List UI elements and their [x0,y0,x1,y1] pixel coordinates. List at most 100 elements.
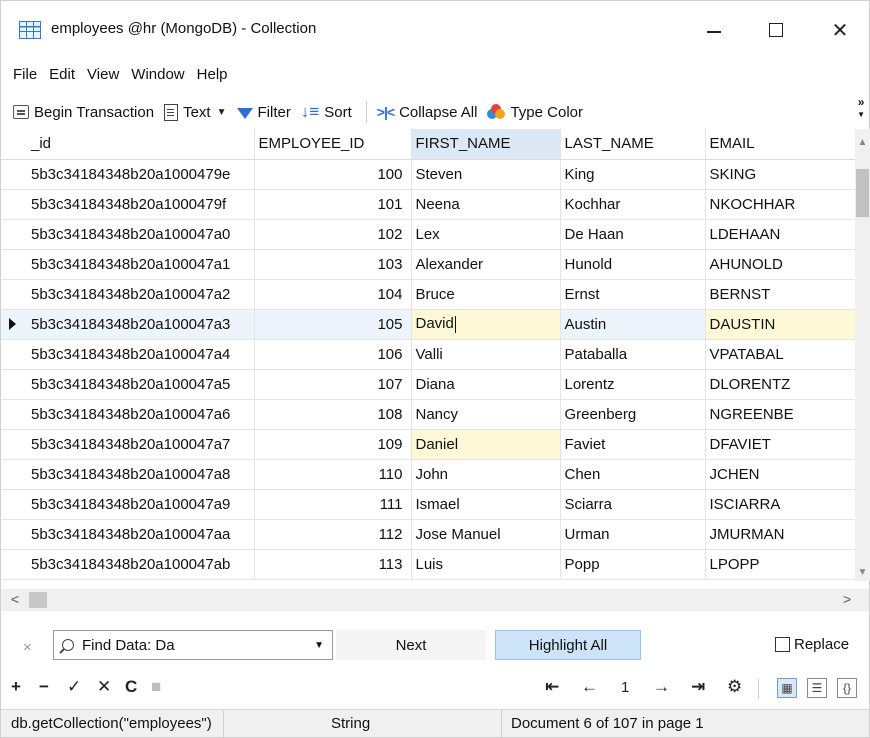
cell-email[interactable]: AHUNOLD [705,249,855,280]
table-row[interactable]: 5b3c34184348b20a100047ab 113 Luis Popp LPOPP [1,549,855,580]
table-row[interactable]: 5b3c34184348b20a100047a6 108 Nancy Greenber… [1,399,855,430]
scroll-down-icon[interactable]: ▼ [855,567,870,578]
cell-last-name[interactable]: De Haan [560,219,706,250]
sort-button[interactable]: ↓≡ Sort [301,102,352,122]
table-row[interactable]: 5b3c34184348b20a100047a7 109 Daniel Faviet D… [1,429,855,460]
last-page-icon[interactable]: ⇥ [691,677,705,697]
begin-transaction-button[interactable]: Begin Transaction [13,104,154,121]
refresh-icon[interactable]: C [125,677,137,697]
cell-first-name[interactable]: Luis [411,549,561,580]
cell-email[interactable]: LDEHAAN [705,219,855,250]
cell-employee-id[interactable]: 109 [254,429,412,460]
cell-employee-id[interactable]: 100 [254,159,412,190]
cell-employee-id[interactable]: 106 [254,339,412,370]
apply-changes-icon[interactable]: ✓ [67,677,81,697]
cell-first-name[interactable]: David [411,309,561,340]
table-row[interactable]: 5b3c34184348b20a100047aa 112 Jose Manuel Ur… [1,519,855,550]
cell-employee-id[interactable]: 111 [254,489,412,520]
cell-email[interactable]: NKOCHHAR [705,189,855,220]
cell-last-name[interactable]: King [560,159,706,190]
cell-last-name[interactable]: Sciarra [560,489,706,520]
vertical-scroll-thumb[interactable] [856,169,869,217]
delete-record-icon[interactable]: − [39,677,49,697]
cell-email[interactable]: NGREENBE [705,399,855,430]
close-button[interactable]: ✕ [817,13,863,47]
cell-id[interactable]: 5b3c34184348b20a100047a8 [1,459,255,490]
cell-first-name[interactable]: Diana [411,369,561,400]
cell-employee-id[interactable]: 104 [254,279,412,310]
discard-changes-icon[interactable]: ✕ [97,677,111,697]
column-header-employee-id[interactable]: EMPLOYEE_ID [254,129,412,160]
cell-id[interactable]: 5b3c34184348b20a100047a6 [1,399,255,430]
data-grid[interactable]: _id EMPLOYEE_ID FIRST_NAME LAST_NAME EMA… [1,129,855,581]
cell-id[interactable]: 5b3c34184348b20a100047a3 [1,309,255,340]
cell-first-name[interactable]: Daniel [411,429,561,460]
first-page-icon[interactable]: ⇤ [545,677,559,697]
menu-view[interactable]: View [81,66,125,83]
cell-employee-id[interactable]: 113 [254,549,412,580]
grid-view-icon[interactable]: ▦ [777,678,797,698]
cell-first-name[interactable]: Nancy [411,399,561,430]
cell-id[interactable]: 5b3c34184348b20a100047a9 [1,489,255,520]
cell-id[interactable]: 5b3c34184348b20a100047a4 [1,339,255,370]
cell-employee-id[interactable]: 107 [254,369,412,400]
vertical-scrollbar[interactable]: ▲ ▼ [855,129,870,581]
table-row[interactable]: 5b3c34184348b20a100047a2 104 Bruce Ernst BER… [1,279,855,310]
replace-checkbox[interactable] [775,637,790,652]
horizontal-scrollbar[interactable]: < > [1,589,869,611]
cell-last-name[interactable]: Greenberg [560,399,706,430]
column-header-first-name[interactable]: FIRST_NAME [411,129,561,160]
cell-first-name[interactable]: Lex [411,219,561,250]
cell-employee-id[interactable]: 108 [254,399,412,430]
cell-id[interactable]: 5b3c34184348b20a1000479f [1,189,255,220]
cell-employee-id[interactable]: 101 [254,189,412,220]
cell-first-name[interactable]: Jose Manuel [411,519,561,550]
cell-first-name[interactable]: Alexander [411,249,561,280]
cell-id[interactable]: 5b3c34184348b20a100047ab [1,549,255,580]
menu-edit[interactable]: Edit [43,66,81,83]
replace-toggle[interactable]: Replace [775,636,849,653]
find-input[interactable]: Find Data: Da ▼ [53,630,333,660]
menu-help[interactable]: Help [191,66,234,83]
cell-last-name[interactable]: Pataballa [560,339,706,370]
cell-last-name[interactable]: Popp [560,549,706,580]
cell-email[interactable]: BERNST [705,279,855,310]
cell-id[interactable]: 5b3c34184348b20a100047a0 [1,219,255,250]
toolbar-overflow-button[interactable]: » ▼ [857,96,865,120]
cell-employee-id[interactable]: 105 [254,309,412,340]
find-next-button[interactable]: Next [336,630,486,660]
highlight-all-button[interactable]: Highlight All [495,630,641,660]
cell-id[interactable]: 5b3c34184348b20a100047a5 [1,369,255,400]
cell-email[interactable]: DAUSTIN [705,309,855,340]
cell-first-name[interactable]: Ismael [411,489,561,520]
cell-email[interactable]: VPATABAL [705,339,855,370]
cell-email[interactable]: JMURMAN [705,519,855,550]
horizontal-scroll-thumb[interactable] [29,592,47,608]
table-row[interactable]: 5b3c34184348b20a100047a9 111 Ismael Sciarra… [1,489,855,520]
column-header-id[interactable]: _id [1,129,255,160]
cell-employee-id[interactable]: 112 [254,519,412,550]
table-row[interactable]: 5b3c34184348b20a1000479e 100 Steven King SKI… [1,159,855,190]
previous-page-icon[interactable]: ← [581,677,598,697]
table-row[interactable]: 5b3c34184348b20a1000479f 101 Neena Kochhar N… [1,189,855,220]
cell-first-name[interactable]: Neena [411,189,561,220]
cell-email[interactable]: DLORENTZ [705,369,855,400]
next-page-icon[interactable]: → [653,677,670,697]
cell-id[interactable]: 5b3c34184348b20a100047a1 [1,249,255,280]
cell-last-name[interactable]: Faviet [560,429,706,460]
scroll-left-icon[interactable]: < [11,591,19,607]
find-dropdown-icon[interactable]: ▼ [314,640,324,651]
cell-id[interactable]: 5b3c34184348b20a1000479e [1,159,255,190]
form-view-icon[interactable]: ☰ [807,678,827,698]
cell-last-name[interactable]: Chen [560,459,706,490]
cell-last-name[interactable]: Lorentz [560,369,706,400]
cell-last-name[interactable]: Ernst [560,279,706,310]
add-record-icon[interactable]: + [11,677,21,697]
scroll-right-icon[interactable]: > [843,591,851,607]
cell-first-name[interactable]: John [411,459,561,490]
cell-employee-id[interactable]: 102 [254,219,412,250]
cell-id[interactable]: 5b3c34184348b20a100047a2 [1,279,255,310]
scroll-up-icon[interactable]: ▲ [855,137,870,148]
cell-email[interactable]: JCHEN [705,459,855,490]
cell-first-name[interactable]: Steven [411,159,561,190]
